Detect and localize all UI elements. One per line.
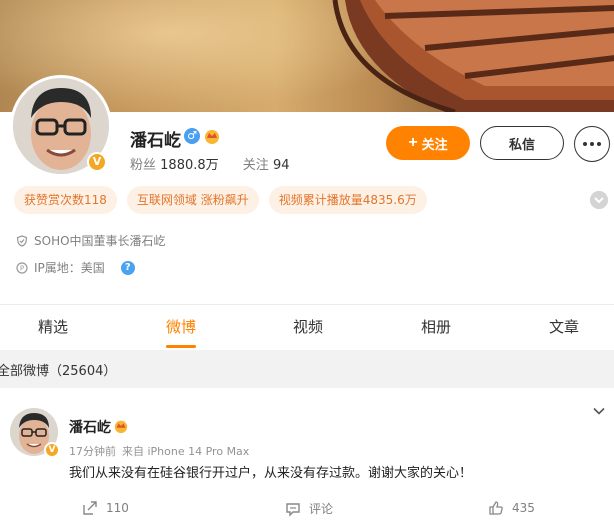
help-icon[interactable]: ? <box>120 260 135 275</box>
post-source: 来自 iPhone 14 Pro Max <box>122 445 250 458</box>
profile-name: 潘石屹 <box>130 131 181 151</box>
following-label: 关注 <box>242 158 269 173</box>
thumbs-up-icon <box>489 501 503 515</box>
post-verified-badge: V <box>44 442 60 458</box>
message-label: 私信 <box>508 136 535 152</box>
profile-tabs: 精选 微博 视频 相册 文章 <box>0 305 614 349</box>
tab-album[interactable]: 相册 <box>421 305 451 349</box>
like-count: 435 <box>512 501 535 515</box>
fans-label: 粉丝 <box>130 158 157 173</box>
more-options-button[interactable] <box>574 126 610 162</box>
tab-articles[interactable]: 文章 <box>549 305 579 349</box>
post-time[interactable]: 17分钟前 <box>69 445 116 458</box>
shield-icon <box>16 234 28 247</box>
plus-icon: + <box>408 134 418 151</box>
tag-rewards[interactable]: 获赞赏次数118 <box>14 186 117 214</box>
repost-icon <box>83 501 97 515</box>
profile-tags: 获赞赏次数118 互联网领域 涨粉飙升 视频累计播放量4835.6万 <box>14 186 427 214</box>
ip-location-text: IP属地：美国 <box>34 261 105 275</box>
male-icon: ♂ <box>184 128 200 144</box>
ip-line: P IP属地：美国 ? <box>16 259 135 276</box>
boat-image <box>332 0 614 112</box>
expand-tags-icon[interactable] <box>590 191 608 209</box>
more-dot-icon <box>583 142 587 146</box>
chevron-down-icon[interactable] <box>592 404 606 418</box>
post-text: 我们从来没有在硅谷银行开过户，从来没有存过款。谢谢大家的关心！ <box>69 466 473 481</box>
post-meta: 17分钟前 来自 iPhone 14 Pro Max <box>69 443 249 459</box>
bio-line: SOHO中国董事长潘石屹 <box>16 232 166 249</box>
fans-count[interactable]: 1880.8万 <box>160 158 219 173</box>
active-tab-indicator <box>166 345 196 348</box>
comment-icon <box>286 502 300 517</box>
tag-domain[interactable]: 互联网领域 涨粉飙升 <box>126 186 259 214</box>
tab-featured[interactable]: 精选 <box>38 305 68 349</box>
bio-text: SOHO中国董事长潘石屹 <box>34 234 166 248</box>
tab-video[interactable]: 视频 <box>293 305 323 349</box>
verified-badge: V <box>87 152 107 172</box>
profile-stats: 粉丝 1880.8万 关注 94 <box>130 154 310 173</box>
message-button[interactable]: 私信 <box>480 126 564 160</box>
tag-video-views[interactable]: 视频累计播放量4835.6万 <box>268 186 427 214</box>
repost-button[interactable]: 110 <box>82 500 129 516</box>
following-count[interactable]: 94 <box>273 158 290 173</box>
more-dot-icon <box>590 142 594 146</box>
svg-text:P: P <box>20 264 24 272</box>
section-title: 全部微博（25604） <box>0 364 117 379</box>
tab-weibo[interactable]: 微博 <box>166 305 196 349</box>
follow-label: 关注 <box>421 136 448 152</box>
location-icon: P <box>16 261 28 274</box>
follow-button[interactable]: + 关注 <box>386 126 470 160</box>
repost-count: 110 <box>106 501 129 515</box>
more-dot-icon <box>597 142 601 146</box>
crown-icon <box>205 130 219 144</box>
comment-label: 评论 <box>309 502 334 516</box>
comment-button[interactable]: 评论 <box>285 500 333 517</box>
post-author[interactable]: 潘石屹 <box>69 417 111 437</box>
crown-icon <box>114 420 128 434</box>
like-button[interactable]: 435 <box>488 500 535 516</box>
